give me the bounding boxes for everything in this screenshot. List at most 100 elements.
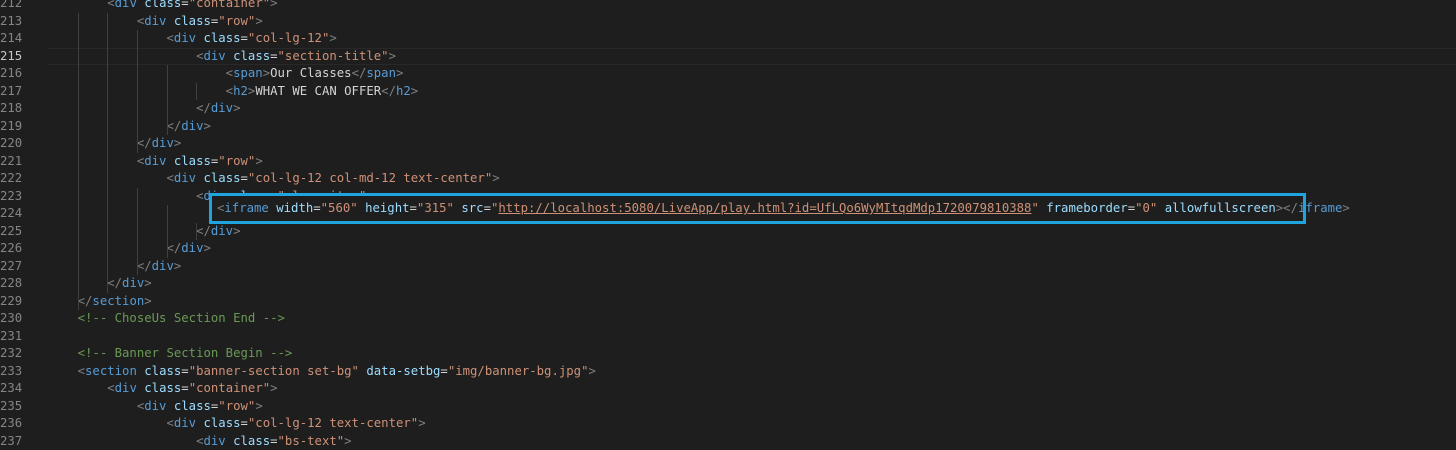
line-number: 230	[0, 310, 22, 328]
code-line[interactable]: 236 <div class="col-lg-12 text-center">	[0, 415, 1456, 433]
code-line[interactable]: 225 </div>	[0, 223, 1456, 241]
code-line[interactable]: 234 <div class="container">	[0, 380, 1456, 398]
code-token: >	[396, 66, 403, 80]
indent-guide	[167, 65, 168, 135]
code-line[interactable]: 219 </div>	[0, 118, 1456, 136]
code-token: allowfullscreen	[1157, 201, 1275, 215]
code-line[interactable]: 217 <h2>WHAT WE CAN OFFER</h2>	[0, 83, 1456, 101]
code-token: div	[211, 101, 233, 115]
code-token: div	[115, 0, 137, 10]
code-line[interactable]: 231	[0, 328, 1456, 346]
line-number: 212	[0, 0, 22, 13]
code-token: class	[166, 14, 210, 28]
code-line[interactable]: 227 </div>	[0, 258, 1456, 276]
code-token: "banner-section set-bg"	[189, 364, 359, 378]
code-token: class	[166, 154, 210, 168]
code-line[interactable]: 212 <div class="container">	[0, 0, 1456, 13]
code-line[interactable]: 213 <div class="row">	[0, 13, 1456, 31]
code-token: height	[358, 201, 410, 215]
code-token: =	[313, 201, 320, 215]
code-token: div	[174, 171, 196, 185]
code-token: =	[270, 49, 277, 63]
line-number: 227	[0, 258, 22, 276]
code-token: "315"	[417, 201, 454, 215]
code-text: <div class="col-lg-12 text-center">	[48, 415, 426, 433]
code-text: </div>	[48, 118, 211, 136]
code-token: div	[174, 31, 196, 45]
code-token: "row"	[218, 14, 255, 28]
code-token: =	[241, 31, 248, 45]
code-token: h2	[233, 84, 248, 98]
code-token: span	[233, 66, 263, 80]
code-token: >	[203, 119, 210, 133]
code-token: <	[48, 399, 144, 413]
line-number: 236	[0, 415, 22, 433]
code-token: >	[144, 276, 151, 290]
iframe-code: <iframe width="560" height="315" src="ht…	[217, 200, 1350, 218]
code-token: >	[492, 171, 499, 185]
code-token: div	[152, 136, 174, 150]
code-text: <span>Our Classes</span>	[48, 65, 403, 83]
code-token: <	[48, 171, 174, 185]
line-number: 218	[0, 100, 22, 118]
code-line[interactable]: 226 </div>	[0, 240, 1456, 258]
code-token: >	[329, 31, 336, 45]
code-token: =	[440, 364, 447, 378]
code-token: class	[226, 49, 270, 63]
code-token: src	[454, 201, 484, 215]
line-number: 232	[0, 345, 22, 363]
code-token: "img/banner-bg.jpg"	[448, 364, 589, 378]
code-token: class	[226, 434, 270, 448]
code-text: </div>	[48, 275, 152, 293]
code-line[interactable]: 235 <div class="row">	[0, 398, 1456, 416]
code-token: =	[241, 171, 248, 185]
code-token: div	[122, 276, 144, 290]
code-line[interactable]: 216 <span>Our Classes</span>	[0, 65, 1456, 83]
line-number: 228	[0, 275, 22, 293]
code-token: class	[196, 416, 240, 430]
code-token: =	[181, 381, 188, 395]
code-line[interactable]: 228 </div>	[0, 275, 1456, 293]
code-token: WHAT WE CAN OFFER	[255, 84, 381, 98]
code-token: div	[144, 399, 166, 413]
code-line[interactable]: 214 <div class="col-lg-12">	[0, 30, 1456, 48]
iframe-src-link[interactable]: http://localhost:5080/LiveApp/play.html?…	[498, 201, 1031, 215]
code-text: </div>	[48, 258, 181, 276]
code-editor[interactable]: 212 <div class="container">213 <div clas…	[0, 0, 1456, 438]
code-line[interactable]: 220 </div>	[0, 135, 1456, 153]
code-line[interactable]: 215 <div class="section-title">	[0, 48, 1456, 66]
code-token: div	[115, 381, 137, 395]
code-token: >	[344, 434, 351, 448]
line-number: 213	[0, 13, 22, 31]
code-token: class	[137, 0, 181, 10]
code-token: </	[381, 84, 396, 98]
code-token: >	[270, 0, 277, 10]
code-line[interactable]: 221 <div class="row">	[0, 153, 1456, 171]
indent-guide	[196, 223, 197, 241]
code-line[interactable]: 222 <div class="col-lg-12 col-md-12 text…	[0, 170, 1456, 188]
code-text: </section>	[48, 293, 152, 311]
code-token: =	[484, 201, 491, 215]
code-token: </	[48, 294, 92, 308]
code-line[interactable]: 233 <section class="banner-section set-b…	[0, 363, 1456, 381]
code-token: <	[48, 434, 203, 448]
line-number: 223	[0, 188, 22, 206]
code-token: <	[48, 84, 233, 98]
line-number: 216	[0, 65, 22, 83]
code-token: =	[241, 416, 248, 430]
code-line[interactable]: 237 <div class="bs-text">	[0, 433, 1456, 450]
code-line[interactable]: 229 </section>	[0, 293, 1456, 311]
code-token: </	[48, 101, 211, 115]
code-token: >	[174, 259, 181, 273]
line-number: 221	[0, 153, 22, 171]
code-token: "bs-text"	[278, 434, 345, 448]
code-token: "row"	[218, 399, 255, 413]
code-token: =	[181, 364, 188, 378]
code-token: data-setbg	[359, 364, 440, 378]
code-token: <!-- Banner Section Begin -->	[48, 346, 292, 360]
code-token: >	[174, 136, 181, 150]
code-line[interactable]: 218 </div>	[0, 100, 1456, 118]
code-line[interactable]: 230 <!-- ChoseUs Section End -->	[0, 310, 1456, 328]
code-token: "row"	[218, 154, 255, 168]
code-line[interactable]: 232 <!-- Banner Section Begin -->	[0, 345, 1456, 363]
